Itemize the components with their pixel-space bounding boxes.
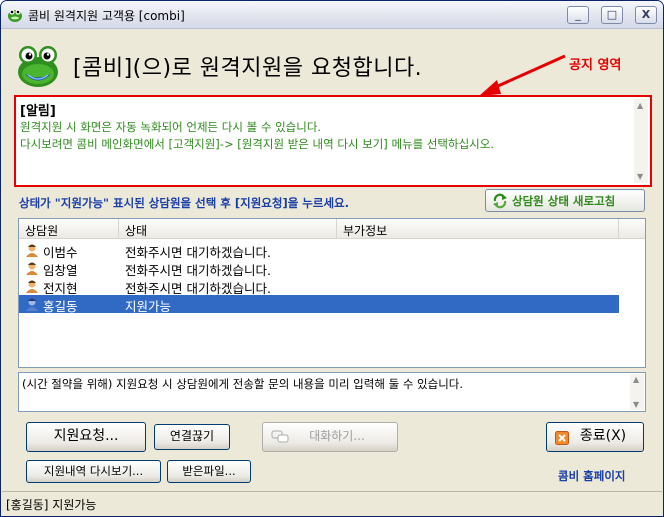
chat-icon (271, 430, 289, 443)
memo-scrollbar[interactable]: ▲ ▼ (630, 374, 644, 410)
maximize-button[interactable]: □ (601, 6, 623, 24)
maximize-icon: □ (606, 8, 618, 21)
content-area: [콤비](으)로 원격지원을 요청합니다. 공지 영역 [알림] 원격지원 시 … (1, 30, 663, 516)
agent-row-selected[interactable]: 홍길동 지원가능 (19, 295, 619, 314)
notice-line: 원격지원 시 화면은 자동 녹화되어 언제든 다시 볼 수 있습니다. (20, 120, 322, 134)
status-text: [홍길동] 지원가능 (6, 498, 97, 512)
status-bar: [홍길동] 지원가능 (2, 491, 662, 515)
inquiry-memo-input[interactable]: (시간 절약을 위해) 지원요청 시 상담원에게 전송할 문의 내용을 미리 입… (18, 372, 646, 412)
memo-placeholder: (시간 절약을 위해) 지원요청 시 상담원에게 전송할 문의 내용을 미리 입… (22, 377, 464, 391)
frog-app-icon (8, 9, 22, 22)
agent-list-header: 상담원 상태 부가정보 (19, 219, 645, 239)
close-icon: X (641, 8, 651, 21)
column-header-agent[interactable]: 상담원 (19, 219, 119, 239)
notice-area-annotation: 공지 영역 (569, 58, 622, 73)
exit-button[interactable]: 종료(X) (546, 422, 644, 452)
scroll-down-icon[interactable]: ▼ (637, 172, 643, 181)
scroll-up-icon[interactable]: ▲ (637, 101, 643, 110)
notice-scrollbar[interactable]: ▲ ▼ (634, 99, 648, 183)
minimize-icon: _ (575, 8, 581, 21)
agent-row[interactable]: 임창열 전화주시면 대기하겠습니다. (19, 259, 619, 278)
homepage-link[interactable]: 콤비 홈페이지 (558, 468, 625, 484)
support-history-label: 지원내역 다시보기... (43, 464, 144, 478)
window-title: 콤비 원격지원 고객용 [combi] (28, 9, 185, 23)
disconnect-label: 연결끊기 (169, 429, 215, 443)
disconnect-button[interactable]: 연결끊기 (154, 424, 230, 450)
frog-logo-icon (18, 46, 58, 87)
received-files-label: 받은파일... (182, 464, 236, 478)
close-button[interactable]: X (635, 6, 657, 24)
page-title: [콤비](으)로 원격지원을 요청합니다. (73, 56, 423, 81)
refresh-button-label: 상담원 상태 새로고침 (512, 194, 616, 208)
agent-list[interactable]: 상담원 상태 부가정보 이범수 전화주시면 대기하겠습니다. 임창열 전화주시면… (18, 218, 646, 368)
agent-avatar-icon (26, 244, 38, 257)
exit-icon (555, 431, 569, 445)
scroll-up-icon[interactable]: ▲ (633, 375, 639, 384)
notice-title: [알림] (20, 104, 56, 119)
agent-avatar-icon (26, 298, 38, 311)
refresh-icon (493, 193, 507, 209)
column-header-info[interactable]: 부가정보 (337, 219, 619, 239)
refresh-agent-status-button[interactable]: 상담원 상태 새로고침 (485, 189, 645, 212)
instruction-text: 상태가 "지원가능" 표시된 상담원을 선택 후 [지원요청]을 누르세요. (19, 196, 349, 210)
scroll-down-icon[interactable]: ▼ (633, 400, 639, 409)
chat-button[interactable]: 대화하기... (262, 422, 398, 452)
notice-line: 다시보려면 콤비 메인화면에서 [고객지원]-> [원격지원 받은 내역 다시 … (20, 137, 494, 151)
support-history-button[interactable]: 지원내역 다시보기... (26, 460, 161, 483)
minimize-button[interactable]: _ (567, 6, 589, 24)
request-support-button[interactable]: 지원요청... (26, 422, 146, 452)
notice-area: [알림] 원격지원 시 화면은 자동 녹화되어 언제든 다시 볼 수 있습니다.… (14, 95, 652, 187)
exit-label: 종료(X) (579, 428, 627, 444)
column-header-status[interactable]: 상태 (119, 219, 337, 239)
agent-name: 홍길동 (43, 299, 78, 314)
agent-avatar-icon (26, 280, 38, 293)
request-support-label: 지원요청... (53, 428, 119, 444)
notice-content: [알림] 원격지원 시 화면은 자동 녹화되어 언제든 다시 볼 수 있습니다.… (20, 99, 630, 183)
agent-row[interactable]: 이범수 전화주시면 대기하겠습니다. (19, 241, 619, 260)
main-window: 콤비 원격지원 고객용 [combi] _ □ X [콤비](으)로 원격지원을… (0, 0, 664, 517)
agent-avatar-icon (26, 262, 38, 275)
chat-label: 대화하기... (309, 429, 365, 443)
agent-row[interactable]: 전지현 전화주시면 대기하겠습니다. (19, 277, 619, 296)
agent-status: 지원가능 (125, 299, 172, 314)
title-bar[interactable]: 콤비 원격지원 고객용 [combi] _ □ X (1, 1, 663, 29)
received-files-button[interactable]: 받은파일... (167, 460, 251, 483)
